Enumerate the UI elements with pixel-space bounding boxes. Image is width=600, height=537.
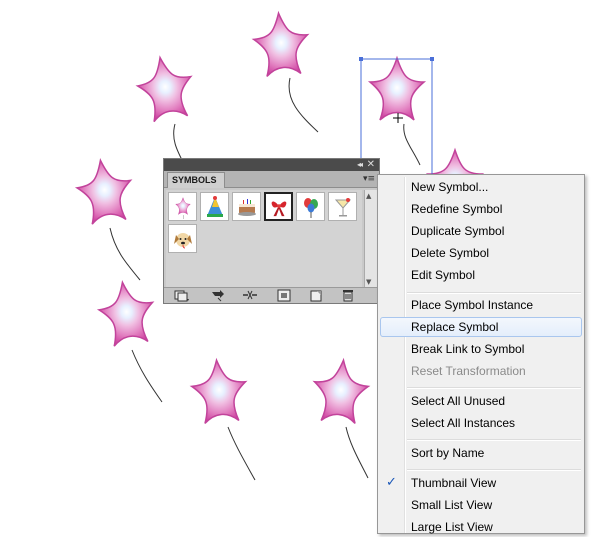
menu-separator <box>407 469 581 471</box>
menu-item-redefine-symbol[interactable]: Redefine Symbol <box>380 199 582 219</box>
menu-item-place-symbol-instance[interactable]: Place Symbol Instance <box>380 295 582 315</box>
balloon-string <box>131 349 163 403</box>
star-balloon-instance[interactable] <box>369 57 425 121</box>
balloon-string <box>109 227 141 281</box>
dog-face-symbol[interactable] <box>168 224 197 253</box>
symbols-scrollbar[interactable]: ▲ ▼ <box>364 190 377 288</box>
scroll-down-icon[interactable]: ▼ <box>366 278 371 286</box>
menu-item-replace-symbol[interactable]: Replace Symbol <box>380 317 582 337</box>
panel-title-bar[interactable]: ◂◂ ✕ <box>164 159 379 171</box>
menu-item-new-symbol[interactable]: New Symbol... <box>380 177 582 197</box>
menu-item-delete-symbol[interactable]: Delete Symbol <box>380 243 582 263</box>
symbol-libraries-icon[interactable] <box>174 289 190 302</box>
menu-item-large-list-view[interactable]: Large List View <box>380 517 582 537</box>
tab-symbols[interactable]: SYMBOLS <box>167 172 225 188</box>
cocktail-glass-symbol[interactable] <box>328 192 357 221</box>
place-instance-icon[interactable] <box>210 289 226 302</box>
menu-separator <box>407 292 581 294</box>
menu-item-duplicate-symbol[interactable]: Duplicate Symbol <box>380 221 582 241</box>
balloon-string <box>403 123 421 166</box>
move-cursor-icon <box>393 113 403 123</box>
balloons-symbol[interactable] <box>296 192 325 221</box>
menu-separator <box>407 439 581 441</box>
menu-item-sort-by-name[interactable]: Sort by Name <box>380 443 582 463</box>
menu-item-thumbnail-view[interactable]: Thumbnail View <box>380 473 582 493</box>
star-balloon-instance[interactable] <box>310 357 372 426</box>
new-symbol-icon[interactable] <box>308 289 324 302</box>
star-balloon-instance[interactable] <box>132 52 199 125</box>
menu-item-break-link-to-symbol[interactable]: Break Link to Symbol <box>380 339 582 359</box>
panel-footer-toolbar <box>164 287 379 303</box>
scroll-up-icon[interactable]: ▲ <box>366 192 371 200</box>
menu-separator <box>407 387 581 389</box>
symbols-panel-menu: New Symbol... Redefine Symbol Duplicate … <box>377 174 585 534</box>
break-link-icon[interactable] <box>242 289 258 302</box>
menu-item-edit-symbol[interactable]: Edit Symbol <box>380 265 582 285</box>
gift-bow-symbol[interactable] <box>264 192 293 221</box>
menu-item-small-list-view[interactable]: Small List View <box>380 495 582 515</box>
star-balloon-instance[interactable] <box>72 155 137 227</box>
symbol-thumbnail-grid <box>166 190 362 288</box>
menu-item-reset-transformation: Reset Transformation <box>411 364 526 378</box>
balloon-string <box>227 426 256 481</box>
star-balloon-symbol[interactable] <box>168 192 197 221</box>
star-balloon-instance[interactable] <box>94 277 159 349</box>
collapse-panel-icon[interactable]: ◂◂ <box>357 159 363 171</box>
party-hat-symbol[interactable] <box>200 192 229 221</box>
star-balloon-instance[interactable] <box>250 10 312 79</box>
menu-item-select-all-unused[interactable]: Select All Unused <box>380 391 582 411</box>
panel-tab-row: SYMBOLS ▾≡ <box>164 171 379 188</box>
delete-symbol-icon[interactable] <box>340 289 356 302</box>
balloon-string <box>288 77 319 133</box>
star-balloon-instance[interactable] <box>188 357 250 426</box>
menu-item-select-all-instances[interactable]: Select All Instances <box>380 413 582 433</box>
symbol-options-icon[interactable] <box>276 289 292 302</box>
symbols-panel: ◂◂ ✕ SYMBOLS ▾≡ ▲ ▼ <box>163 158 380 304</box>
cake-symbol[interactable] <box>232 192 261 221</box>
balloon-string <box>345 426 369 479</box>
close-panel-icon[interactable]: ✕ <box>367 159 375 171</box>
panel-menu-icon[interactable]: ▾≡ <box>363 174 375 184</box>
